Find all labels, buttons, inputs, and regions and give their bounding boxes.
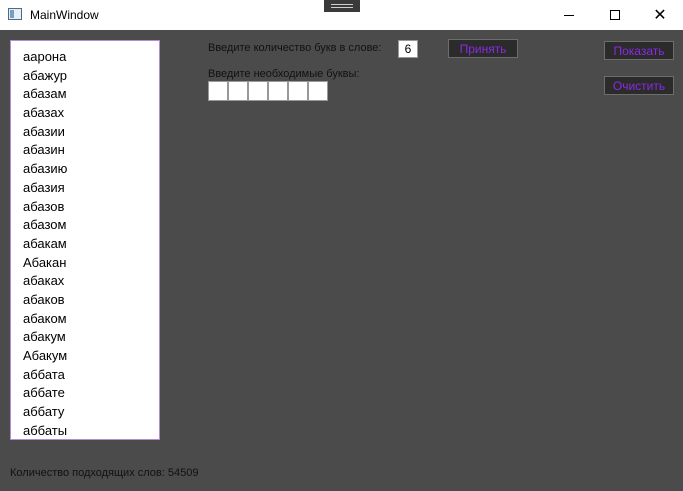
show-button[interactable]: Показать: [604, 41, 674, 60]
list-item[interactable]: абакам: [11, 235, 159, 254]
list-item[interactable]: абакум: [11, 328, 159, 347]
letter-input-2[interactable]: [228, 81, 248, 101]
word-listbox[interactable]: аарона абажур абазам абазах абазии абазин абаз…: [10, 40, 160, 440]
list-item[interactable]: абаков: [11, 291, 159, 310]
letter-input-1[interactable]: [208, 81, 228, 101]
list-item[interactable]: абазом: [11, 216, 159, 235]
list-item[interactable]: абазам: [11, 85, 159, 104]
maximize-button[interactable]: [592, 0, 638, 30]
match-count-status: Количество подходящих слов: 54509: [10, 467, 199, 479]
letter-input-3[interactable]: [248, 81, 268, 101]
title-bar[interactable]: MainWindow ✕: [0, 0, 683, 30]
list-item[interactable]: абазах: [11, 104, 159, 123]
list-item[interactable]: аарона: [11, 48, 159, 67]
list-item[interactable]: абаках: [11, 272, 159, 291]
list-item[interactable]: аббате: [11, 384, 159, 403]
accept-button[interactable]: Принять: [448, 39, 518, 58]
letter-count-input[interactable]: [398, 40, 418, 58]
list-item[interactable]: абазия: [11, 179, 159, 198]
list-item[interactable]: Абакум: [11, 347, 159, 366]
list-item[interactable]: абазии: [11, 123, 159, 142]
window-title: MainWindow: [30, 8, 99, 22]
list-item[interactable]: аббаты: [11, 422, 159, 439]
letter-count-label: Введите количество букв в слове:: [208, 42, 382, 54]
letter-input-5[interactable]: [288, 81, 308, 101]
list-item[interactable]: абаком: [11, 310, 159, 329]
list-item[interactable]: абазов: [11, 198, 159, 217]
minimize-icon: [564, 14, 574, 16]
list-item[interactable]: аббату: [11, 403, 159, 422]
drag-handle-icon[interactable]: [324, 0, 360, 12]
list-item[interactable]: Абакан: [11, 254, 159, 273]
letter-input-4[interactable]: [268, 81, 288, 101]
list-item[interactable]: аббата: [11, 366, 159, 385]
letter-input-6[interactable]: [308, 81, 328, 101]
list-item[interactable]: абазию: [11, 160, 159, 179]
minimize-button[interactable]: [546, 0, 592, 30]
close-icon: ✕: [653, 7, 667, 24]
maximize-icon: [610, 10, 620, 20]
clear-button[interactable]: Очистить: [604, 76, 674, 95]
app-window-icon: [8, 8, 22, 20]
letter-inputs: [208, 81, 328, 101]
close-button[interactable]: ✕: [637, 0, 683, 30]
list-item[interactable]: абажур: [11, 67, 159, 86]
letters-label: Введите необходимые буквы:: [208, 68, 360, 80]
list-item[interactable]: абазин: [11, 141, 159, 160]
